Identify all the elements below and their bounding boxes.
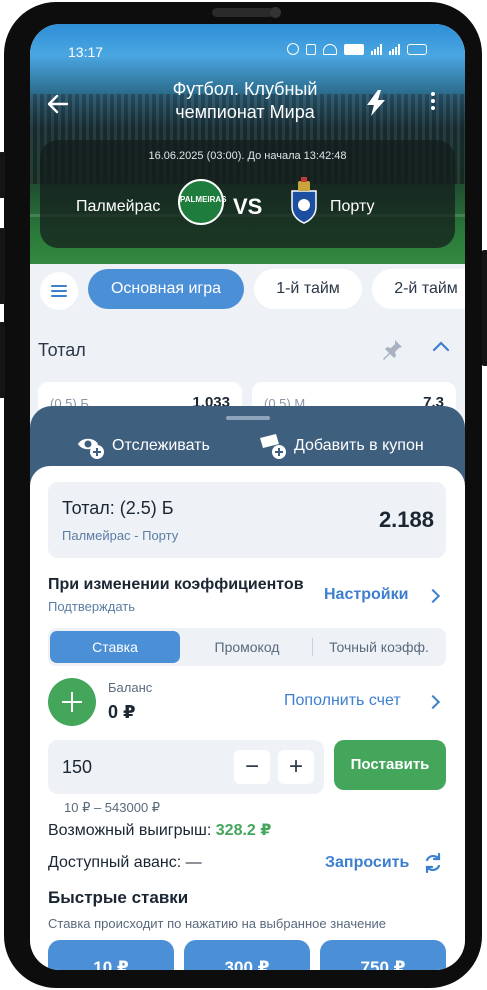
bet-slip-sheet: Отслеживать Добавить в купон Тотал: (2.5…	[30, 406, 465, 970]
more-menu-icon[interactable]	[428, 90, 438, 116]
lightning-icon[interactable]	[366, 90, 386, 116]
page-title-line-1: Футбол. Клубный	[172, 79, 318, 99]
signal-icon	[371, 43, 382, 55]
stake-field: − +	[48, 740, 324, 794]
phone-side-button	[0, 322, 5, 398]
advance-label: Доступный аванс: —	[48, 854, 202, 871]
track-button[interactable]: Отслеживать	[76, 432, 226, 460]
add-coupon-label: Добавить в купон	[294, 437, 424, 454]
match-header: 13:17 Футбол. Клубный чемпионат Мира 16.…	[30, 24, 465, 286]
match-date: 16.06.2025 (03:00). До начала 13:42:48	[148, 150, 347, 162]
possible-win: Возможный выигрыш: 328.2 ₽	[48, 820, 271, 840]
odds-change-value: Подтверждать	[48, 599, 136, 614]
palmeiras-crest-icon: PALMEIRAS	[178, 179, 227, 225]
refresh-icon[interactable]	[422, 852, 444, 874]
add-funds-icon[interactable]	[48, 678, 96, 726]
segment-stake[interactable]: Ставка	[50, 631, 180, 663]
segment-promocode[interactable]: Промокод	[182, 631, 312, 663]
quick-bets-hint: Ставка происходит по нажатию на выбранно…	[48, 916, 386, 931]
decrease-stake-button[interactable]: −	[234, 750, 270, 784]
track-label: Отслеживать	[112, 437, 210, 454]
status-bar: 13:17	[30, 24, 465, 72]
add-to-coupon-button[interactable]: Добавить в купон	[258, 432, 438, 460]
quick-bet-button[interactable]: 10 ₽	[48, 940, 174, 970]
balance-label: Баланс	[108, 680, 153, 695]
signal-icon-2	[389, 43, 400, 55]
phone-frame: 13:17 Футбол. Клубный чемпионат Мира 16.…	[0, 2, 487, 988]
sheet-drag-handle[interactable]	[226, 416, 270, 420]
possible-win-value: 328.2 ₽	[215, 822, 272, 839]
quick-bet-button[interactable]: 750 ₽	[320, 940, 446, 970]
stake-range: 10 ₽ – 543000 ₽	[64, 800, 161, 815]
bet-match: Палмейрас - Порту	[62, 528, 179, 543]
mute-icon	[306, 43, 316, 55]
market-title: Тотал	[38, 340, 86, 360]
segment-exact-odds[interactable]: Точный коэфф.	[314, 631, 444, 663]
increase-stake-button[interactable]: +	[278, 750, 314, 784]
phone-side-button	[482, 250, 487, 366]
phone-side-button	[0, 228, 5, 304]
chevron-right-icon[interactable]	[425, 694, 441, 710]
market-list-icon[interactable]	[40, 272, 78, 310]
balance-value: 0 ₽	[108, 702, 136, 722]
tab-second-half[interactable]: 2-й тайм	[372, 269, 465, 309]
match-card: 16.06.2025 (03:00). До начала 13:42:48 П…	[40, 140, 455, 248]
tab-first-half[interactable]: 1-й тайм	[254, 269, 362, 309]
status-icons	[287, 43, 427, 55]
request-advance-link[interactable]: Запросить	[325, 854, 409, 872]
selected-bet-card: Тотал: (2.5) Б Палмейрас - Порту 2.188	[48, 482, 446, 558]
stake-input[interactable]	[62, 740, 212, 794]
page-title: Футбол. Клубный чемпионат Мира	[120, 78, 370, 124]
quick-bet-button[interactable]: 300 ₽	[184, 940, 310, 970]
status-time: 13:17	[68, 44, 104, 60]
app-screen: 13:17 Футбол. Клубный чемпионат Мира 16.…	[30, 24, 465, 970]
alarm-icon	[287, 43, 299, 55]
crest-text: PALMEIRAS	[180, 195, 227, 204]
bet-slip-body: Тотал: (2.5) Б Палмейрас - Порту 2.188 П…	[30, 466, 465, 970]
coupon-plus-icon	[260, 434, 286, 459]
vs-label: VS	[233, 194, 263, 219]
battery-icon	[407, 43, 427, 55]
odds-change-title: При изменении коэффициентов	[48, 576, 304, 593]
place-bet-button[interactable]: Поставить	[334, 740, 446, 790]
bet-type-segmented: Ставка Промокод Точный коэфф.	[48, 628, 446, 666]
bet-title: Тотал: (2.5) Б	[62, 498, 174, 518]
period-tabs: Основная игра 1-й тайм 2-й тайм	[30, 264, 465, 320]
wifi-icon	[323, 43, 337, 55]
phone-side-button	[0, 152, 5, 198]
phone-speaker	[212, 8, 274, 17]
back-arrow-icon[interactable]	[46, 92, 70, 116]
quick-bets-title: Быстрые ставки	[48, 888, 189, 907]
porto-crest-icon	[291, 177, 317, 224]
team-away-name: Порту	[330, 198, 375, 215]
page-title-line-2: чемпионат Мира	[175, 102, 315, 122]
segment-divider	[312, 638, 313, 656]
tab-main-game[interactable]: Основная игра	[88, 269, 244, 309]
chevron-right-icon[interactable]	[425, 588, 441, 604]
bet-odd: 2.188	[378, 507, 434, 532]
pin-icon[interactable]	[382, 338, 404, 360]
top-up-link[interactable]: Пополнить счет	[284, 692, 401, 710]
phone-camera	[270, 7, 281, 18]
eye-plus-icon	[78, 438, 104, 459]
settings-link[interactable]: Настройки	[324, 586, 408, 604]
volte-icon	[344, 43, 364, 55]
market-header[interactable]: Тотал	[30, 324, 465, 376]
possible-win-label: Возможный выигрыш:	[48, 822, 212, 839]
team-home-name: Палмейрас	[76, 198, 161, 215]
chevron-up-icon[interactable]	[432, 338, 450, 356]
